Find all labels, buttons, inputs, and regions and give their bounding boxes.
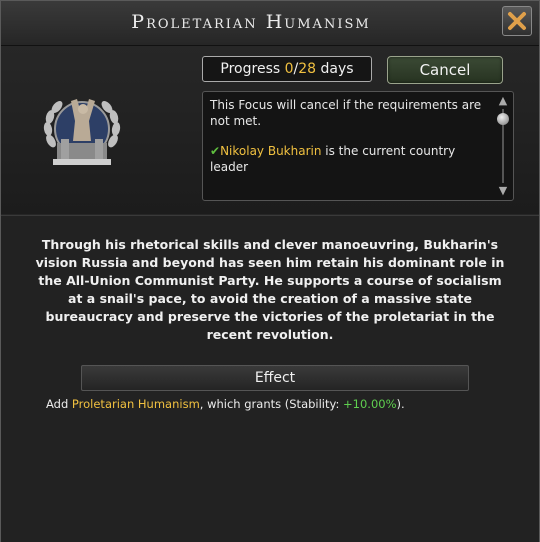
focus-description: Through his rhetorical skills and clever… (35, 237, 505, 342)
requirements-intro: This Focus will cancel if the requiremen… (210, 98, 482, 128)
stability-value: +10.00% (343, 397, 397, 411)
scroll-down-icon[interactable]: ▼ (496, 185, 510, 197)
leader-name: Nikolay Bukharin (220, 144, 322, 158)
close-x-icon (508, 12, 526, 30)
effect-prefix: Add (46, 397, 72, 411)
effect-suffix: ). (396, 397, 405, 411)
title-bar: Proletarian Humanism (1, 1, 539, 46)
cancel-button[interactable]: Cancel (387, 56, 503, 84)
scroll-thumb[interactable] (497, 113, 509, 125)
progress-suffix: days (316, 61, 354, 77)
national-spirit-name[interactable]: Proletarian Humanism (72, 397, 200, 411)
scroll-up-icon[interactable]: ▲ (496, 95, 510, 107)
checkmark-icon: ✔ (210, 144, 221, 158)
close-button[interactable] (502, 6, 532, 36)
progress-indicator: Progress 0/28 days (202, 56, 372, 82)
window-title: Proletarian Humanism (131, 11, 371, 33)
requirements-box: This Focus will cancel if the requiremen… (202, 91, 514, 201)
progress-current: 0 (284, 61, 294, 77)
effect-header: Effect (81, 365, 469, 391)
focus-window: Proletarian Humanism Progress 0/28 days … (0, 0, 540, 542)
progress-prefix: Progress (220, 61, 285, 77)
effect-text: Add Proletarian Humanism, which grants (… (46, 397, 516, 411)
effect-middle: , which grants (Stability: (199, 397, 344, 411)
worker-statue-emblem-icon (41, 91, 123, 173)
requirement-item: ✔Nikolay Bukharin is the current country… (210, 143, 491, 175)
progress-total: 28 (298, 61, 317, 77)
requirements-scrollbar[interactable]: ▲ ▼ (496, 93, 510, 199)
